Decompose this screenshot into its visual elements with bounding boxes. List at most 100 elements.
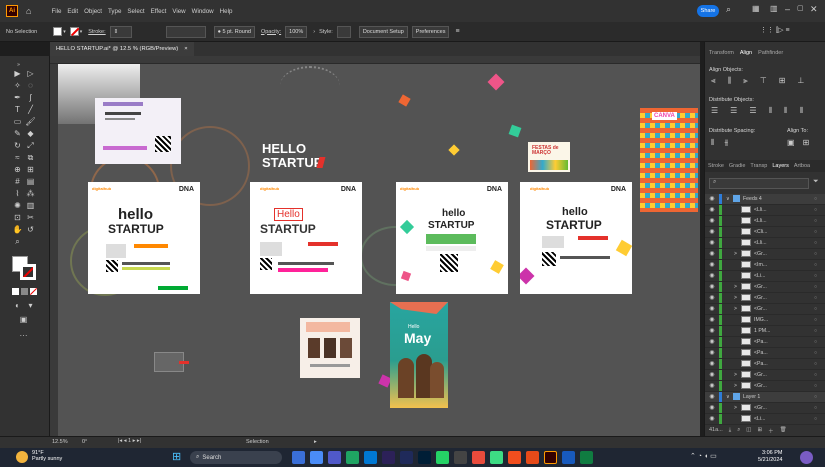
visibility-eye-icon[interactable]: ◉ (705, 415, 719, 422)
expand-arrow-icon[interactable]: ∨ (726, 394, 733, 400)
artboard-canva-pattern[interactable]: CANVA (640, 108, 698, 212)
tab-stroke[interactable]: Stroke (708, 163, 724, 169)
artboard-hello-startup-2[interactable]: digitalhub DNA Hello STARTUP (250, 182, 362, 294)
target-circle-icon[interactable]: ○ (814, 251, 825, 257)
layer-row[interactable]: ◉ <Cli... ○ (705, 226, 825, 238)
weather-icon[interactable] (16, 451, 28, 463)
type-tool-icon[interactable]: T (12, 104, 23, 115)
tab-pathfinder[interactable]: Pathfinder (758, 50, 783, 56)
visibility-eye-icon[interactable]: ◉ (705, 272, 719, 279)
app-icon[interactable] (490, 451, 503, 464)
system-tray-icons[interactable]: ⌃ ◔ ◖ ▭ (690, 452, 717, 460)
home-icon[interactable]: ⌂ (26, 6, 31, 16)
stroke-color-swatch[interactable] (20, 264, 36, 280)
preferences-button[interactable]: Preferences (411, 25, 450, 38)
stroke-weight-input[interactable]: ⇕ (109, 25, 132, 38)
target-circle-icon[interactable]: ○ (814, 295, 825, 301)
blend-tool-icon[interactable]: ⁂ (25, 188, 36, 199)
screen-mode-icon[interactable]: ▣ (18, 314, 29, 325)
document-setup-button[interactable]: Document Setup (358, 25, 408, 38)
mesh-tool-icon[interactable]: # (12, 176, 23, 187)
expand-arrow-icon[interactable]: > (734, 295, 741, 301)
align-to-selection-icon[interactable]: ▣ (787, 138, 795, 147)
document-tab[interactable]: HELLO STARTUP.ai* @ 12.5 % (RGB/Preview)… (50, 42, 194, 56)
grid-icon[interactable]: ⊞ (803, 138, 810, 147)
menu-help[interactable]: Help (220, 8, 233, 15)
target-circle-icon[interactable]: ○ (814, 339, 825, 345)
variable-width-profile[interactable] (165, 25, 206, 38)
distribute-right-icon[interactable]: ⦀ (800, 106, 804, 116)
placed-image[interactable] (154, 352, 189, 372)
premiere-icon[interactable] (400, 451, 413, 464)
magic-wand-icon[interactable]: ✧ (12, 80, 23, 91)
target-circle-icon[interactable]: ○ (814, 273, 825, 279)
stroke-label[interactable]: Stroke: (88, 29, 105, 35)
layer-row[interactable]: ◉ > <Gr... ○ (705, 281, 825, 293)
direct-selection-tool-icon[interactable]: ▷ (25, 68, 36, 79)
visibility-eye-icon[interactable]: ◉ (705, 404, 719, 411)
target-circle-icon[interactable]: ○ (814, 394, 825, 400)
visibility-eye-icon[interactable]: ◉ (705, 228, 719, 235)
notification-icon[interactable] (800, 451, 813, 464)
perspective-grid-icon[interactable]: ⊞ (25, 164, 36, 175)
symbol-sprayer-icon[interactable]: ✺ (12, 200, 23, 211)
opacity-input[interactable]: 100% (285, 25, 308, 38)
target-circle-icon[interactable]: ○ (814, 361, 825, 367)
store-icon[interactable] (364, 451, 377, 464)
excel-icon[interactable] (580, 451, 593, 464)
visibility-eye-icon[interactable]: ◉ (705, 360, 719, 367)
rotate-tool-icon[interactable]: ↻ (12, 140, 23, 151)
eyedropper-icon[interactable]: ⌇ (12, 188, 23, 199)
close-tab-icon[interactable]: × (184, 46, 187, 52)
align-top-icon[interactable]: ⊤ (760, 76, 767, 86)
align-right-icon[interactable]: ⫸ (743, 76, 748, 86)
file-explorer-icon[interactable] (310, 451, 323, 464)
app-icon[interactable] (526, 451, 539, 464)
tab-layers[interactable]: Layers (772, 163, 789, 169)
menu-file[interactable]: File (51, 8, 61, 15)
more-tools-icon[interactable]: ··· (18, 330, 29, 341)
artboard-hello-startup-1[interactable]: digitalhub DNA hello STARTUP (88, 182, 200, 294)
menu-view[interactable]: View (172, 8, 185, 15)
brush-definition-select[interactable]: ● 5 pt. Round (213, 25, 255, 38)
visibility-eye-icon[interactable]: ◉ (705, 206, 719, 213)
collect-export-icon[interactable]: ⤓ (729, 427, 731, 435)
status-arrow-icon[interactable]: ▸ (314, 439, 317, 445)
close-icon[interactable]: ✕ (810, 4, 818, 15)
align-hcenter-icon[interactable]: ⫼ (728, 76, 732, 86)
visibility-eye-icon[interactable]: ◉ (705, 338, 719, 345)
hand-tool-icon[interactable]: ✋ (12, 224, 23, 235)
distribute-left-icon[interactable]: ⦀ (769, 106, 773, 116)
expand-arrow-icon[interactable]: > (734, 306, 741, 312)
layer-row[interactable]: ◉ > <Gr... ○ (705, 380, 825, 392)
width-tool-icon[interactable]: ≈ (12, 152, 23, 163)
visibility-eye-icon[interactable]: ◉ (705, 382, 719, 389)
target-circle-icon[interactable]: ○ (814, 328, 825, 334)
target-circle-icon[interactable]: ○ (814, 306, 825, 312)
layer-row[interactable]: ◉ <Li... ○ (705, 413, 825, 425)
visibility-eye-icon[interactable]: ◉ (705, 371, 719, 378)
paintbrush-icon[interactable]: 🖌 (25, 116, 36, 127)
minimize-icon[interactable]: – (785, 4, 790, 14)
arrange-documents-icon[interactable]: ▥ (770, 4, 778, 13)
free-transform-icon[interactable]: ⧉ (25, 152, 36, 163)
layer-row[interactable]: ◉ <Pa... ○ (705, 347, 825, 359)
make-clipping-mask-icon[interactable]: ◫ (746, 427, 751, 435)
layer-row[interactable]: ◉ 1 PM... ○ (705, 325, 825, 337)
visibility-eye-icon[interactable]: ◉ (705, 250, 719, 257)
canvas-area[interactable]: HELLO STARTUP digitalhub DNA hello START… (50, 56, 700, 436)
target-circle-icon[interactable]: ○ (814, 229, 825, 235)
tab-transparency[interactable]: Transp (750, 163, 767, 169)
target-circle-icon[interactable]: ○ (814, 218, 825, 224)
visibility-eye-icon[interactable]: ◉ (705, 283, 719, 290)
menu-effect[interactable]: Effect (151, 8, 167, 15)
chrome-icon[interactable] (472, 451, 485, 464)
chevron-down-icon[interactable]: ▾ (25, 300, 36, 311)
layer-row[interactable]: ◉ <Lli... ○ (705, 215, 825, 227)
slice-tool-icon[interactable]: ✂ (25, 212, 36, 223)
layer-row[interactable]: ◉ <Li... ○ (705, 270, 825, 282)
opacity-label[interactable]: Opacity: (261, 29, 281, 35)
target-circle-icon[interactable]: ○ (814, 317, 825, 323)
expand-arrow-icon[interactable]: > (734, 405, 741, 411)
task-view-icon[interactable] (292, 451, 305, 464)
